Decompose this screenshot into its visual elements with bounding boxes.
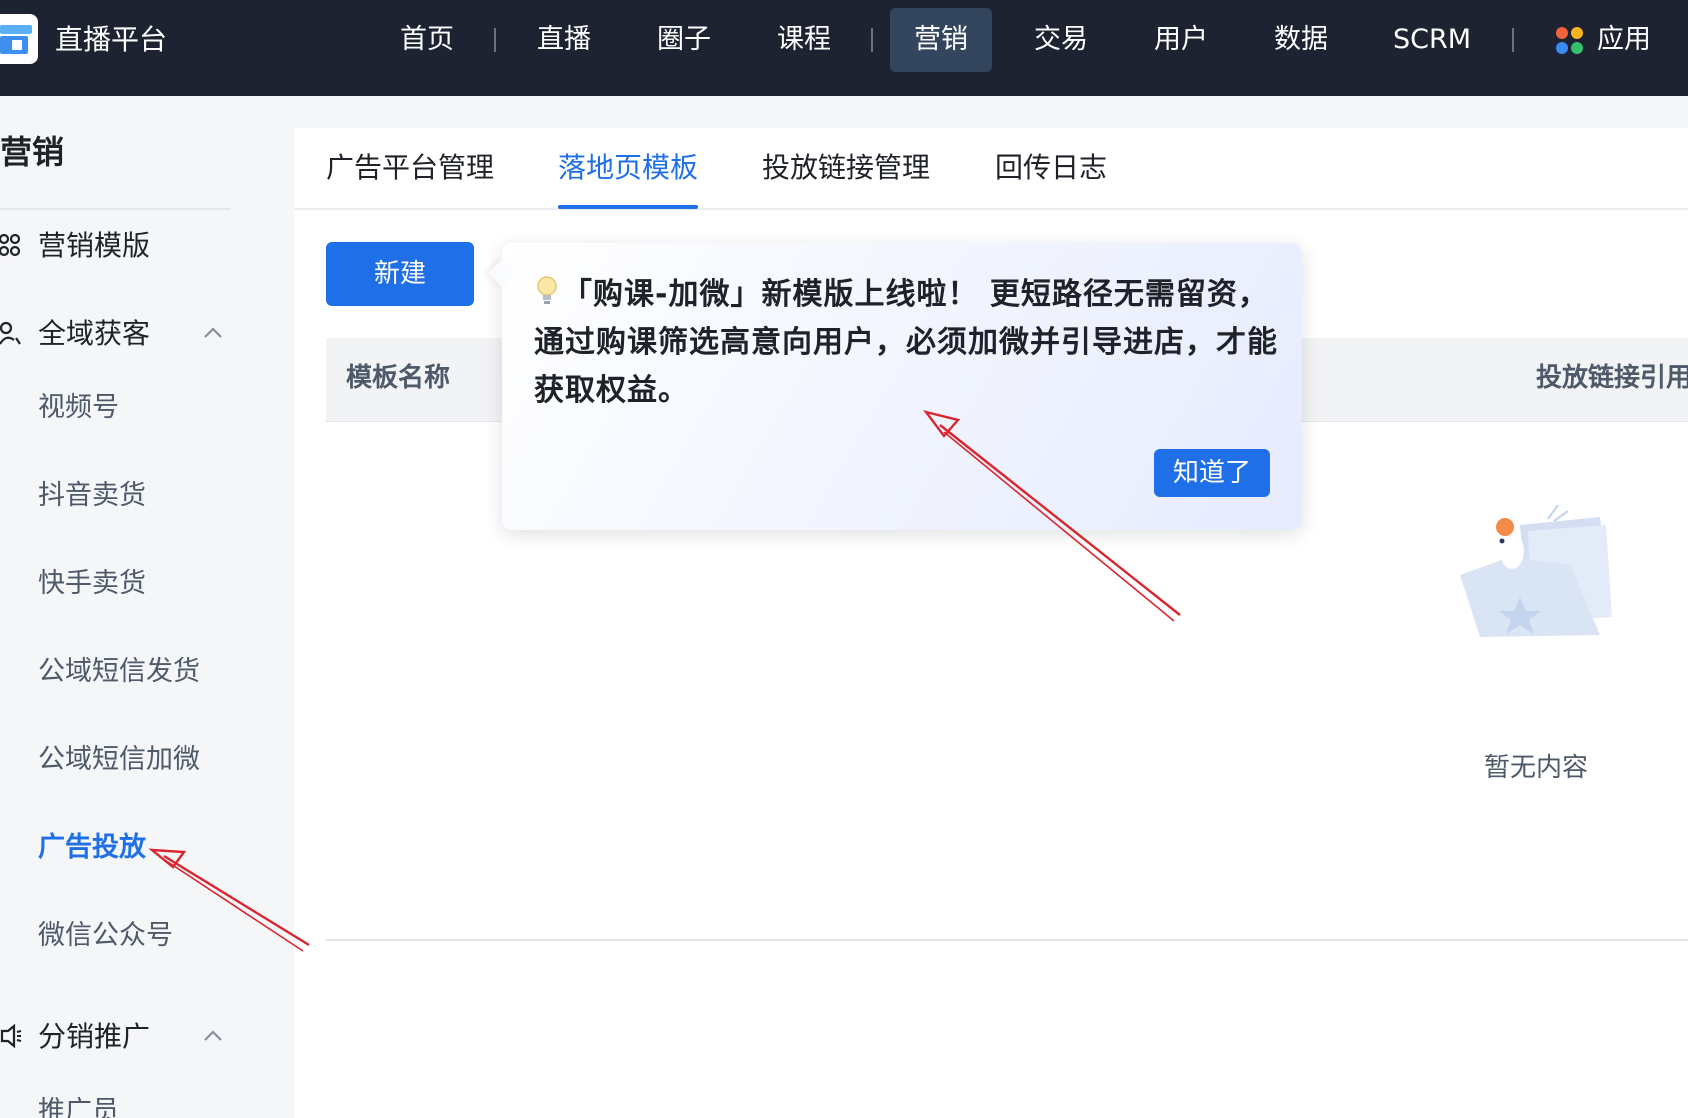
table-bottom-border xyxy=(326,939,1688,941)
tab-bar: 广告平台管理 落地页模板 投放链接管理 回传日志 xyxy=(294,128,1688,210)
store-logo-icon xyxy=(0,14,38,64)
new-button[interactable]: 新建 xyxy=(326,242,474,306)
nav-data[interactable]: 数据 xyxy=(1274,22,1328,58)
sidebar-item-video-account[interactable]: 视频号 xyxy=(38,390,119,426)
chevron-up-icon[interactable] xyxy=(202,1025,224,1047)
empty-state-illustration xyxy=(1460,505,1612,637)
sidebar-group-omni-acquisition[interactable]: 全域获客 xyxy=(0,314,230,354)
sidebar-divider xyxy=(0,208,230,210)
sidebar-item-kuaishou-sales[interactable]: 快手卖货 xyxy=(38,566,146,602)
empty-state-text: 暂无内容 xyxy=(1484,753,1589,783)
nav-home[interactable]: 首页 xyxy=(400,22,454,58)
top-navbar: 直播平台 首页 直播 圈子 课程 营销 交易 用户 数据 SCRM 应用 xyxy=(0,0,1688,96)
nav-course[interactable]: 课程 xyxy=(777,22,831,58)
nav-circle[interactable]: 圈子 xyxy=(657,22,711,58)
tab-ad-platform[interactable]: 广告平台管理 xyxy=(326,150,494,186)
nav-scrm[interactable]: SCRM xyxy=(1393,22,1471,58)
sidebar-item-douyin-sales[interactable]: 抖音卖货 xyxy=(38,478,146,514)
column-header-template-name: 模板名称 xyxy=(346,363,451,393)
apps-icon[interactable] xyxy=(1556,27,1584,55)
sidebar-item-wechat-official[interactable]: 微信公众号 xyxy=(38,918,173,954)
nav-marketing[interactable]: 营销 xyxy=(890,8,992,72)
grid-icon xyxy=(0,233,21,257)
nav-divider xyxy=(871,28,873,52)
nav-divider xyxy=(494,28,496,52)
nav-live[interactable]: 直播 xyxy=(537,22,591,58)
megaphone-icon xyxy=(0,1023,22,1049)
sidebar-group-label: 全域获客 xyxy=(38,317,151,350)
nav-user[interactable]: 用户 xyxy=(1154,22,1208,58)
sidebar-group-label: 分销推广 xyxy=(38,1020,151,1053)
nav-divider xyxy=(1512,28,1514,52)
tab-landing-template[interactable]: 落地页模板 xyxy=(558,150,698,186)
user-scan-icon xyxy=(0,321,21,345)
tab-callback-log[interactable]: 回传日志 xyxy=(995,150,1107,186)
sidebar: 营销 营销模版 全域获客 视频号 抖音卖货 快手卖货 公域短信发货 公域短信加微… xyxy=(0,96,294,1118)
tab-link-management[interactable]: 投放链接管理 xyxy=(762,150,930,186)
nav-apps[interactable]: 应用 xyxy=(1597,22,1651,58)
sidebar-group-distribution[interactable]: 分销推广 xyxy=(0,1017,230,1057)
sidebar-item-promoter[interactable]: 推广员 xyxy=(38,1094,119,1118)
new-template-announcement-popover: 「购课-加微」新模版上线啦！ 更短路径无需留资，通过购课筛选高意向用户，必须加微… xyxy=(487,243,1302,530)
sidebar-item-sms-shipping[interactable]: 公域短信发货 xyxy=(38,654,200,690)
got-it-button[interactable]: 知道了 xyxy=(1154,449,1270,497)
sidebar-group-label: 营销模版 xyxy=(38,229,151,262)
popover-message: 「购课-加微」新模版上线啦！ 更短路径无需留资，通过购课筛选高意向用户，必须加微… xyxy=(534,271,1278,415)
nav-trade[interactable]: 交易 xyxy=(1034,22,1088,58)
brand-name: 直播平台 xyxy=(55,23,168,56)
column-header-link-references: 投放链接引用数 xyxy=(1536,363,1688,393)
chevron-up-icon[interactable] xyxy=(202,322,224,344)
active-tab-indicator xyxy=(558,205,698,209)
lightbulb-icon xyxy=(537,276,557,304)
sidebar-item-sms-add-wechat[interactable]: 公域短信加微 xyxy=(38,742,200,778)
sidebar-item-ad-delivery[interactable]: 广告投放 xyxy=(38,830,146,866)
sidebar-group-marketing-templates[interactable]: 营销模版 xyxy=(0,226,230,266)
sidebar-title: 营销 xyxy=(0,133,65,171)
popover-message-text: 「购课-加微」新模版上线啦！ 更短路径无需留资，通过购课筛选高意向用户，必须加微… xyxy=(534,277,1278,408)
